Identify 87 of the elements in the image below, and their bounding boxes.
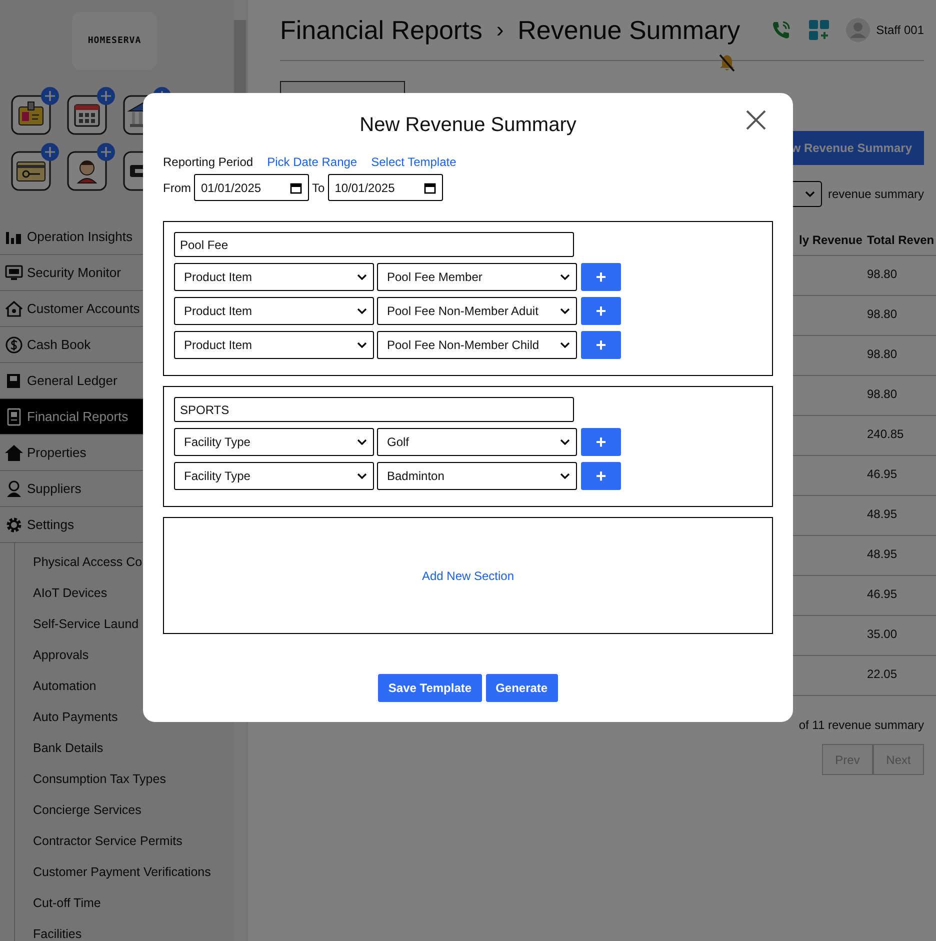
type-dropdown[interactable]: Facility Type: [174, 428, 374, 456]
caret-icon: [804, 191, 815, 197]
table-cell-text: 48.95: [867, 506, 898, 523]
monitor-icon: [5, 264, 23, 282]
column-header: Total Reven: [867, 232, 936, 249]
table-cell-text: 98.80: [867, 346, 898, 363]
house-icon: [5, 444, 23, 462]
table-cell-text: 46.95: [867, 586, 898, 603]
type-dropdown[interactable]: Product Item: [174, 263, 374, 291]
add-badge-icon[interactable]: [41, 87, 59, 105]
item-dropdown[interactable]: Pool Fee Non-Member Child: [377, 331, 577, 359]
type-dropdown[interactable]: Product Item: [174, 297, 374, 325]
add-badge-icon[interactable]: [97, 143, 115, 161]
submenu-item[interactable]: Bank Details: [15, 733, 233, 764]
add-button[interactable]: +: [581, 297, 621, 325]
caret-icon: [357, 274, 367, 280]
document-icon: [5, 408, 23, 426]
table-cell-text: 48.95: [867, 546, 898, 563]
section-name-field[interactable]: Pool Fee: [174, 232, 574, 257]
add-button[interactable]: +: [581, 263, 621, 291]
type-dropdown[interactable]: Facility Type: [174, 462, 374, 490]
caret-icon: [357, 342, 367, 348]
user-name[interactable]: Staff 001: [876, 23, 924, 37]
section-name-field[interactable]: SPORTS: [174, 397, 574, 422]
submenu-item[interactable]: Concierge Services: [15, 795, 233, 826]
submenu-item[interactable]: Facilities: [15, 919, 233, 941]
caret-icon: [357, 439, 367, 445]
add-badge-icon[interactable]: [97, 87, 115, 105]
calendar-icon[interactable]: [290, 182, 302, 194]
column-header: ly Revenue: [799, 232, 864, 249]
pagination-summary: of 11 revenue summary: [798, 718, 924, 732]
add-button[interactable]: +: [581, 331, 621, 359]
table-cell-text: 98.80: [867, 306, 898, 323]
caret-icon: [560, 473, 570, 479]
to-label: To: [312, 180, 325, 194]
type-dropdown[interactable]: Product Item: [174, 331, 374, 359]
date-field[interactable]: 01/01/2025: [194, 174, 309, 201]
caret-icon: [560, 274, 570, 280]
from-label: From: [163, 180, 191, 194]
submenu-item[interactable]: Cut-off Time: [15, 888, 233, 919]
person-icon: [5, 480, 23, 498]
table-cell-text: 35.00: [867, 626, 898, 643]
item-dropdown[interactable]: Golf: [377, 428, 577, 456]
table-cell-text: 98.80: [867, 386, 898, 403]
filter-label: revenue summary: [828, 187, 924, 201]
close-icon[interactable]: [745, 109, 767, 131]
dialog-title: New Revenue Summary: [360, 114, 576, 136]
caret-icon: [560, 342, 570, 348]
dollar-icon: [5, 336, 23, 354]
table-cell-text: 98.80: [867, 266, 898, 283]
caret-icon: [357, 308, 367, 314]
add-button[interactable]: +: [581, 462, 621, 490]
link[interactable]: Select Template: [371, 155, 456, 169]
apps-icon[interactable]: [808, 19, 830, 41]
item-dropdown[interactable]: Pool Fee Member: [377, 263, 577, 291]
submenu-item[interactable]: Customer Payment Verifications: [15, 857, 233, 888]
table-cell-text: 22.05: [867, 666, 898, 683]
submenu-item[interactable]: Consumption Tax Types: [15, 764, 233, 795]
item-dropdown[interactable]: Badminton: [377, 462, 577, 490]
book-icon: [5, 372, 23, 390]
reporting-period-label: Reporting Period: [163, 155, 254, 169]
caret-icon: [560, 308, 570, 314]
date-field[interactable]: 10/01/2025: [328, 174, 443, 201]
add-button[interactable]: +: [581, 428, 621, 456]
bell-muted-icon[interactable]: [717, 53, 737, 73]
add-badge-icon[interactable]: [41, 143, 59, 161]
person-icon[interactable]: [67, 151, 107, 191]
caret-icon: [560, 439, 570, 445]
logo: HOMESERVA: [72, 12, 157, 70]
submenu-item[interactable]: Contractor Service Permits: [15, 826, 233, 857]
id-badge-icon[interactable]: [11, 95, 51, 135]
table-cell-text: 46.95: [867, 466, 898, 483]
calendar-icon[interactable]: [424, 182, 436, 194]
breadcrumb-link[interactable]: Financial Reports: [280, 14, 482, 46]
key-card-icon[interactable]: [11, 151, 51, 191]
item-dropdown[interactable]: Pool Fee Non-Member Aduit: [377, 297, 577, 325]
page-title: Revenue Summary: [518, 14, 740, 46]
table-cell-text: 240.85: [867, 426, 905, 443]
generate-button[interactable]: Generate: [486, 674, 558, 702]
house-icon: [5, 300, 23, 318]
add-section-link[interactable]: Add New Section: [422, 568, 514, 582]
caret-icon: [357, 473, 367, 479]
settings-icon: [5, 516, 23, 534]
save-template-button[interactable]: Save Template: [378, 674, 482, 702]
phone-icon[interactable]: [770, 19, 792, 41]
link[interactable]: Pick Date Range: [267, 155, 358, 169]
breadcrumb-separator: ›: [496, 17, 504, 43]
